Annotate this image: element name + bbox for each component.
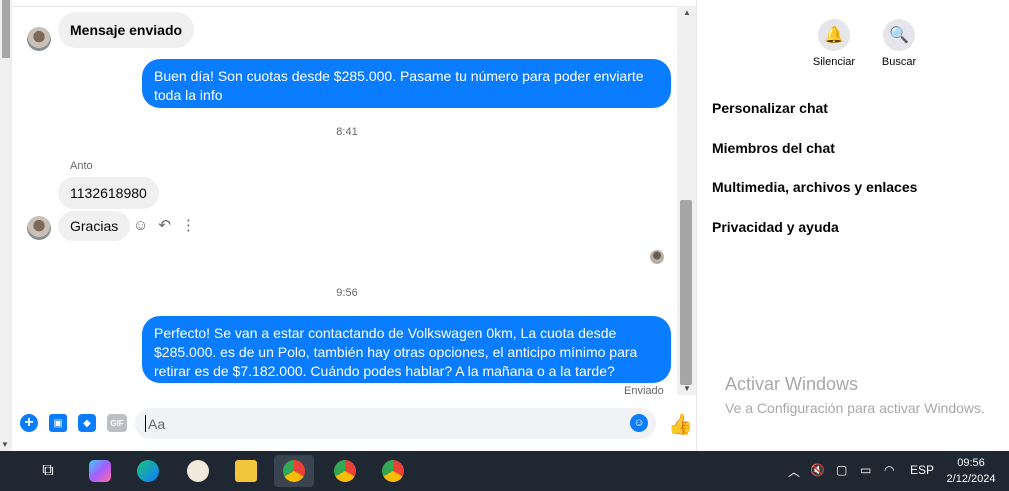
file-explorer-icon[interactable] — [226, 455, 266, 487]
language-indicator[interactable]: ESP — [910, 463, 934, 477]
timestamp-1: 8:41 — [336, 126, 358, 138]
contact-avatar[interactable] — [27, 27, 51, 51]
message-status: Enviado — [624, 385, 664, 397]
bell-icon[interactable]: 🔔 — [818, 19, 850, 51]
chat-scrollbar-thumb[interactable] — [680, 200, 692, 385]
seen-avatar — [650, 250, 664, 264]
outer-scroll-down-icon[interactable]: ▼ — [1, 440, 9, 449]
timestamp-2: 9:56 — [336, 287, 358, 299]
task-view-icon[interactable]: ⧉ — [28, 455, 68, 487]
clock[interactable]: 09:56 2/12/2024 — [940, 455, 1002, 487]
chat-scrollbar[interactable]: ▲ ▼ — [677, 6, 696, 395]
search-label[interactable]: Buscar — [864, 56, 934, 68]
reply-icon[interactable]: ↶ — [158, 216, 171, 234]
windows-watermark-title: Activar Windows — [725, 374, 859, 394]
emoji-icon[interactable]: ☺ — [630, 414, 648, 432]
sticker-icon[interactable]: ◆ — [78, 414, 96, 432]
message-input[interactable]: Aa ☺ — [135, 408, 656, 439]
message-input-placeholder: Aa — [148, 416, 166, 432]
menu-customize-chat[interactable]: Personalizar chat — [712, 100, 828, 116]
paint-icon[interactable] — [178, 455, 218, 487]
menu-media-files-links[interactable]: Multimedia, archivos y enlaces — [712, 179, 917, 195]
copilot-icon[interactable] — [80, 455, 120, 487]
taskbar: ⧉ ︿ 🔇 ▢ ▭ ◠ ESP 09:56 2/12/2024 — [0, 451, 1009, 491]
add-icon[interactable]: + — [20, 414, 38, 432]
search-icon[interactable]: 🔍 — [883, 19, 915, 51]
composer: + ▣ ◆ GIF Aa ☺ 👍 — [12, 400, 696, 451]
menu-privacy-help[interactable]: Privacidad y ayuda — [712, 219, 839, 235]
scroll-down-icon[interactable]: ▼ — [683, 384, 691, 393]
wifi-icon[interactable]: ◠ — [884, 463, 894, 477]
more-icon[interactable]: ⋮ — [181, 216, 196, 234]
battery-icon[interactable]: ▭ — [860, 463, 871, 477]
mute-label[interactable]: Silenciar — [799, 56, 869, 68]
react-icon[interactable]: ☺ — [133, 217, 148, 234]
message-bubble-sent-notice: Mensaje enviado — [58, 12, 195, 48]
chrome-icon-3[interactable] — [373, 455, 413, 487]
like-icon[interactable]: 👍 — [668, 412, 693, 437]
clock-time: 09:56 — [957, 457, 985, 469]
edge-icon[interactable] — [128, 455, 168, 487]
gif-icon[interactable]: GIF — [107, 414, 127, 432]
photo-icon[interactable]: ▣ — [49, 414, 67, 432]
clock-date: 2/12/2024 — [946, 473, 996, 485]
chat-top-border — [12, 6, 696, 7]
outer-scrollbar[interactable]: ▼ — [0, 0, 12, 451]
outgoing-message-2[interactable]: Perfecto! Se van a estar contactando de … — [142, 316, 671, 383]
text-caret — [145, 415, 146, 432]
outgoing-message-1[interactable]: Buen día! Son cuotas desde $285.000. Pas… — [142, 59, 671, 108]
volume-muted-icon[interactable]: 🔇 — [810, 463, 825, 477]
tray-chevron-icon[interactable]: ︿ — [788, 463, 800, 480]
menu-chat-members[interactable]: Miembros del chat — [712, 140, 835, 156]
chrome-icon-1[interactable] — [274, 455, 314, 487]
incoming-message-number[interactable]: 1132618980 — [58, 177, 159, 209]
windows-watermark-subtitle: Ve a Configuración para activar Windows. — [725, 400, 985, 416]
sender-name: Anto — [70, 160, 93, 172]
chrome-icon-2[interactable] — [325, 455, 365, 487]
contact-avatar-2[interactable] — [27, 216, 51, 240]
incoming-message-thanks[interactable]: Gracias — [58, 211, 131, 241]
outer-scrollbar-thumb[interactable] — [2, 0, 10, 58]
message-actions: ☺ ↶ ⋮ — [133, 216, 196, 235]
camera-icon[interactable]: ▢ — [836, 463, 847, 477]
scroll-up-icon[interactable]: ▲ — [683, 8, 691, 17]
